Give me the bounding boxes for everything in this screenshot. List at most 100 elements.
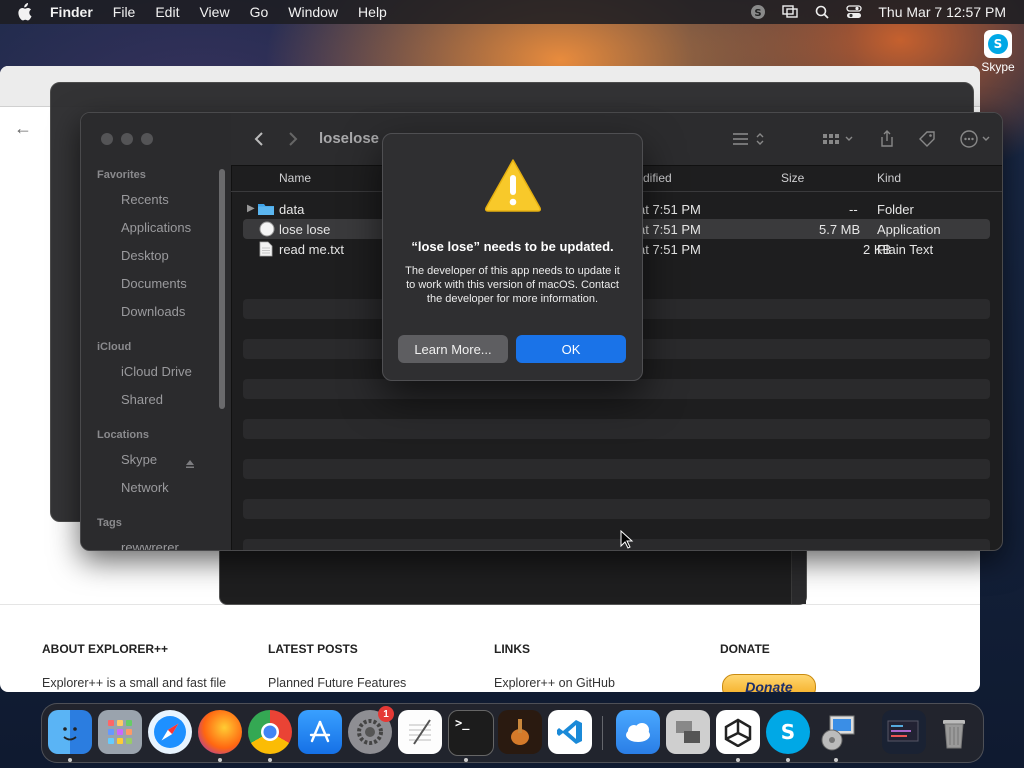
- skype-dock-icon[interactable]: S: [766, 710, 810, 754]
- minimize-window-button[interactable]: [121, 133, 133, 145]
- empty-row: [243, 419, 990, 439]
- zoom-window-button[interactable]: [141, 133, 153, 145]
- tag-icon[interactable]: [917, 129, 937, 149]
- menu-finder[interactable]: Finder: [50, 4, 93, 20]
- installer-dock-icon[interactable]: [816, 710, 860, 754]
- column-header-modified[interactable]: dified: [643, 171, 672, 185]
- close-window-button[interactable]: [101, 133, 113, 145]
- migration-assistant-dock-icon[interactable]: [666, 710, 710, 754]
- share-icon[interactable]: [877, 129, 897, 149]
- eject-icon[interactable]: [185, 459, 195, 469]
- sidebar-item-icloud-drive[interactable]: iCloud Drive: [121, 364, 192, 379]
- explorer-dock-icon[interactable]: [882, 710, 926, 754]
- empty-row: [243, 459, 990, 479]
- ok-button[interactable]: OK: [516, 335, 626, 363]
- desktop-skype-item[interactable]: S Skype: [978, 30, 1018, 74]
- column-header-size[interactable]: Size: [781, 171, 804, 185]
- application-icon: [259, 221, 275, 240]
- sidebar-item-network[interactable]: Network: [121, 480, 169, 495]
- garageband-dock-icon[interactable]: [498, 710, 542, 754]
- menu-edit[interactable]: Edit: [155, 4, 179, 20]
- sidebar-item-recents[interactable]: Recents: [121, 192, 169, 207]
- sidebar-icloud-heading: iCloud: [97, 341, 132, 353]
- apple-menu-icon[interactable]: [16, 2, 36, 22]
- column-header-kind[interactable]: Kind: [877, 171, 901, 185]
- text-document-icon: [259, 241, 273, 260]
- svg-text:S: S: [994, 37, 1003, 51]
- menu-window[interactable]: Window: [288, 4, 338, 20]
- screen-mirroring-icon[interactable]: [782, 4, 799, 20]
- donate-button[interactable]: Donate: [722, 674, 816, 692]
- file-name: read me.txt: [279, 242, 345, 257]
- sidebar-item-shared[interactable]: Shared: [121, 392, 163, 407]
- sidebar-item-applications[interactable]: Applications: [121, 220, 191, 235]
- menu-bar: Finder File Edit View Go Window Help S T…: [0, 0, 1024, 24]
- firefox-dock-icon[interactable]: [198, 710, 242, 754]
- spotlight-search-icon[interactable]: [814, 4, 830, 20]
- more-actions-icon[interactable]: [959, 129, 995, 149]
- back-chevron-icon[interactable]: [249, 129, 269, 149]
- svg-text:S: S: [755, 8, 762, 19]
- sidebar-item-tag[interactable]: rewwrerer: [121, 540, 179, 550]
- trash-dock-icon[interactable]: [932, 710, 976, 754]
- sidebar-item-downloads[interactable]: Downloads: [121, 304, 185, 319]
- empty-row: [243, 539, 990, 550]
- disclosure-triangle-icon[interactable]: ▶: [247, 203, 255, 214]
- running-indicator: [786, 758, 790, 762]
- file-size: --: [849, 202, 858, 217]
- control-center-icon[interactable]: [846, 4, 863, 20]
- alert-message: The developer of this app needs to updat…: [405, 265, 620, 305]
- menu-file[interactable]: File: [113, 4, 136, 20]
- weather-dock-icon[interactable]: [616, 710, 660, 754]
- unity-dock-icon[interactable]: [716, 710, 760, 754]
- textedit-dock-icon[interactable]: [398, 710, 442, 754]
- dock: 1 >_ S: [41, 703, 984, 763]
- file-modified: at 7:51 PM: [638, 202, 701, 217]
- skype-icon: S: [984, 30, 1012, 58]
- safari-dock-icon[interactable]: [148, 710, 192, 754]
- empty-row: [243, 379, 990, 399]
- file-modified: at 7:51 PM: [638, 242, 701, 257]
- sidebar-locations-heading: Locations: [97, 429, 149, 441]
- finder-sidebar: Favorites Recents Applications Desktop D…: [81, 113, 232, 550]
- sidebar-item-documents[interactable]: Documents: [121, 276, 187, 291]
- menu-help[interactable]: Help: [358, 4, 387, 20]
- finder-dock-icon[interactable]: [48, 710, 92, 754]
- file-kind: Folder: [877, 202, 914, 217]
- menu-view[interactable]: View: [199, 4, 229, 20]
- learn-more-button[interactable]: Learn More...: [398, 335, 508, 363]
- footer-github-link[interactable]: Explorer++ on GitHub: [494, 676, 615, 690]
- footer-posts: LATEST POSTS Planned Future Features: [268, 642, 488, 690]
- app-store-dock-icon[interactable]: [298, 710, 342, 754]
- file-kind: Plain Text: [877, 242, 934, 257]
- chrome-dock-icon[interactable]: [248, 710, 292, 754]
- column-header-name[interactable]: Name: [279, 171, 311, 185]
- footer-about: ABOUT EXPLORER++ Explorer++ is a small a…: [42, 642, 262, 690]
- sidebar-tags-heading: Tags: [97, 517, 122, 529]
- sidebar-favorites-heading: Favorites: [97, 169, 146, 181]
- footer-donate-heading: DONATE: [720, 642, 770, 656]
- footer-posts-heading: LATEST POSTS: [268, 642, 358, 656]
- browser-back-icon[interactable]: ←: [14, 118, 32, 139]
- sidebar-scrollbar[interactable]: [219, 169, 225, 409]
- forward-chevron-icon[interactable]: [283, 129, 303, 149]
- skype-status-icon[interactable]: S: [750, 4, 766, 20]
- file-kind: Application: [877, 222, 941, 237]
- notification-badge: 1: [378, 706, 394, 722]
- footer-post-link[interactable]: Planned Future Features: [268, 676, 406, 690]
- menu-go[interactable]: Go: [250, 4, 269, 20]
- system-settings-dock-icon[interactable]: 1: [348, 706, 394, 754]
- launchpad-dock-icon[interactable]: [98, 710, 142, 754]
- list-view-icon[interactable]: [731, 129, 767, 149]
- sidebar-item-skype[interactable]: Skype: [121, 452, 157, 467]
- window-controls: [101, 133, 153, 145]
- footer-about-text: Explorer++ is a small and fast file: [42, 676, 227, 690]
- file-modified: at 7:51 PM: [638, 222, 701, 237]
- mouse-cursor-icon: [620, 530, 634, 549]
- empty-row: [243, 499, 990, 519]
- menubar-clock[interactable]: Thu Mar 7 12:57 PM: [878, 4, 1006, 20]
- sidebar-item-desktop[interactable]: Desktop: [121, 248, 169, 263]
- group-icon[interactable]: [821, 129, 857, 149]
- vscode-dock-icon[interactable]: [548, 710, 592, 754]
- terminal-dock-icon[interactable]: >_: [448, 710, 494, 756]
